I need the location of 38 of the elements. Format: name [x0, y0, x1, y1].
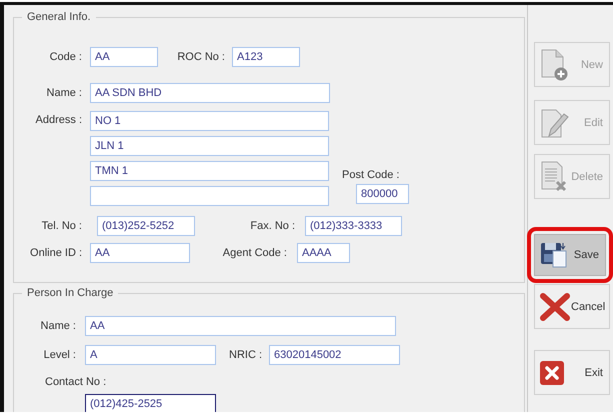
close-icon [539, 360, 565, 386]
field-label: Fax. No : [249, 220, 295, 232]
field-label: Code : [48, 51, 82, 63]
field-label: Tel. No : [40, 220, 82, 232]
field-label: Address : [34, 113, 82, 128]
field-label: Level : [42, 349, 76, 361]
field-label: Post Code : [342, 169, 400, 181]
delete-document-icon [539, 160, 569, 194]
field-label: Name : [40, 320, 76, 332]
address-field[interactable] [90, 186, 329, 206]
new-document-icon [539, 48, 569, 82]
field-label: Name : [46, 87, 82, 99]
name-field[interactable]: AA [85, 316, 396, 336]
address-field[interactable]: NO 1 [90, 111, 329, 131]
fax-no-field[interactable]: (012)333-3333 [305, 216, 402, 236]
group-title: Person In Charge [22, 286, 118, 300]
field-label: Agent Code : [222, 247, 287, 259]
cancel-button[interactable]: Cancel [534, 284, 610, 329]
cancel-icon [539, 292, 571, 322]
code-field[interactable]: AA [90, 47, 158, 67]
post-code-field[interactable]: 800000 [356, 184, 409, 204]
address-field[interactable]: JLN 1 [90, 136, 329, 156]
nric-field[interactable]: 63020145002 [269, 345, 400, 365]
agent-code-field[interactable]: AAAA [297, 243, 350, 263]
exit-button[interactable]: Exit [534, 350, 610, 395]
tel-no-field[interactable]: (013)252-5252 [97, 216, 195, 236]
field-label: Online ID : [29, 247, 82, 259]
contact-no-field[interactable]: (012)425-2525 [85, 394, 216, 412]
level-field[interactable]: A [85, 345, 216, 365]
save-button[interactable]: Save [534, 234, 606, 276]
floppy-disk-icon [539, 240, 569, 270]
name-field[interactable]: AA SDN BHD [90, 83, 330, 103]
address-field[interactable]: TMN 1 [90, 161, 329, 181]
field-label: NRIC : [228, 349, 262, 361]
online-id-field[interactable]: AA [90, 243, 190, 263]
roc-no-field[interactable]: A123 [232, 47, 300, 67]
field-label: ROC No : [176, 51, 225, 63]
field-label: Contact No : [45, 375, 108, 389]
